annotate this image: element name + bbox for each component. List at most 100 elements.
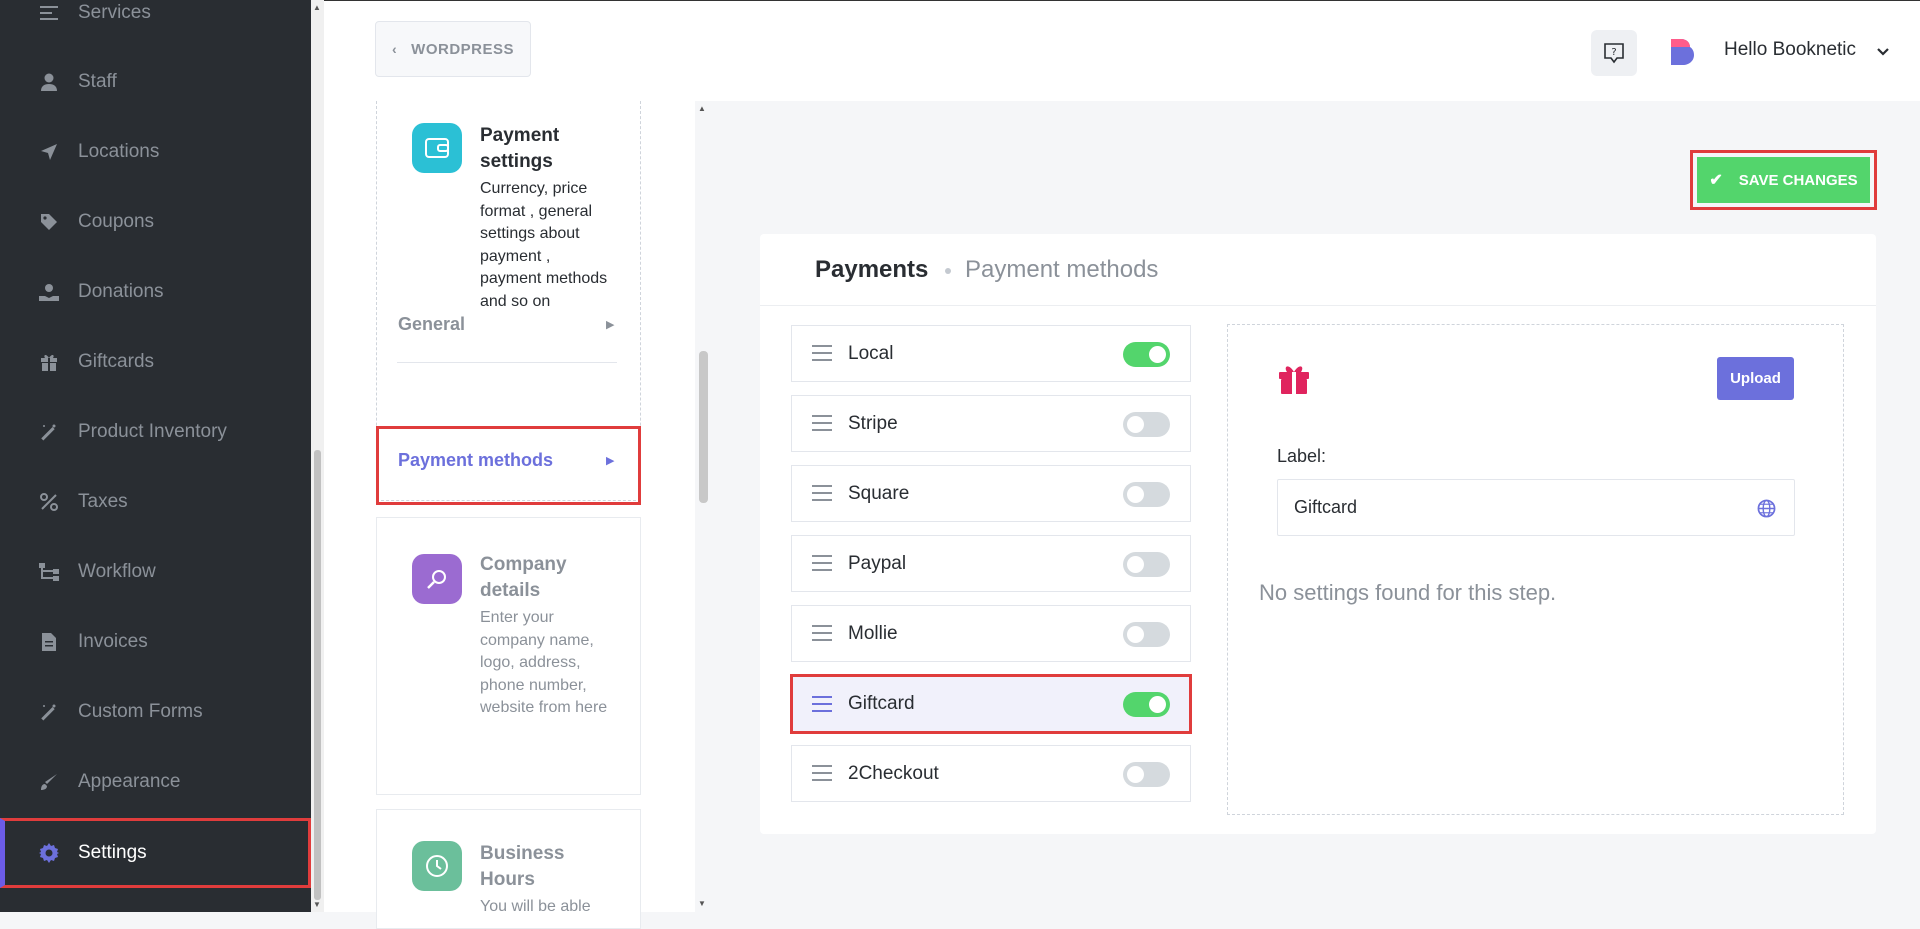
sitemap-icon xyxy=(38,561,60,583)
drag-handle-icon[interactable] xyxy=(812,415,832,436)
company-details-card[interactable]: Company details Enter your company name,… xyxy=(376,517,641,795)
scrollbar-thumb[interactable] xyxy=(314,450,321,900)
clock-icon xyxy=(412,841,462,891)
sidebar-item-workflow[interactable]: Workflow xyxy=(0,543,311,601)
sidebar-item-staff[interactable]: Staff xyxy=(0,53,311,111)
sidebar-scrollbar[interactable]: ▲ ▼ xyxy=(311,0,324,912)
back-to-wordpress-button[interactable]: ‹ WORDPRESS xyxy=(375,21,531,77)
sidebar-item-donations[interactable]: Donations xyxy=(0,263,311,321)
booknetic-logo-icon xyxy=(1669,37,1695,67)
user-greeting[interactable]: Hello Booknetic xyxy=(1724,39,1856,61)
gift-icon xyxy=(38,351,60,373)
method-name: Mollie xyxy=(848,622,898,644)
sidebar-item-label: Product Inventory xyxy=(78,421,227,442)
sidebar-item-label: Staff xyxy=(78,71,117,92)
upload-button[interactable]: Upload xyxy=(1717,357,1794,400)
method-row-square[interactable]: Square xyxy=(791,465,1191,522)
sidebar: Services Staff Locations Coupons Donatio… xyxy=(0,0,311,912)
sidebar-item-custom-forms[interactable]: Custom Forms xyxy=(0,683,311,741)
sidebar-item-invoices[interactable]: Invoices xyxy=(0,613,311,671)
tool-icon xyxy=(412,554,462,604)
method-toggle[interactable] xyxy=(1123,482,1170,507)
method-row-giftcard[interactable]: Giftcard xyxy=(790,674,1192,734)
method-toggle[interactable] xyxy=(1123,692,1170,717)
method-toggle[interactable] xyxy=(1123,552,1170,577)
top-bar: ‹ WORDPRESS ? Hello Booknetic xyxy=(324,0,1920,101)
settings-nav-scrollbar[interactable]: ▲ ▼ xyxy=(695,101,710,912)
scrollbar-thumb[interactable] xyxy=(699,351,708,503)
method-row-local[interactable]: Local xyxy=(791,325,1191,382)
payment-settings-title: Payment settings xyxy=(480,125,560,172)
method-row-mollie[interactable]: Mollie xyxy=(791,605,1191,662)
magic-wand-icon xyxy=(38,421,60,443)
gift-icon xyxy=(1277,361,1311,400)
help-button[interactable]: ? xyxy=(1591,30,1637,76)
chevron-down-icon[interactable] xyxy=(1877,43,1889,61)
drag-handle-icon[interactable] xyxy=(812,696,832,717)
method-row-paypal[interactable]: Paypal xyxy=(791,535,1191,592)
gear-icon xyxy=(38,842,60,864)
sidebar-item-label: Custom Forms xyxy=(78,701,203,722)
sub-item-payment-methods[interactable]: Payment methods xyxy=(398,450,553,471)
sidebar-item-services[interactable]: Services xyxy=(0,0,311,42)
drag-handle-icon[interactable] xyxy=(812,765,832,786)
drag-handle-icon[interactable] xyxy=(812,485,832,506)
caret-right-icon: ▶ xyxy=(606,455,615,467)
method-name: Square xyxy=(848,482,910,504)
method-name: Stripe xyxy=(848,412,898,434)
company-details-desc: Enter your company name, logo, address, … xyxy=(480,609,608,716)
sidebar-item-settings[interactable]: Settings xyxy=(0,818,311,888)
method-name: 2Checkout xyxy=(848,762,939,784)
sidebar-item-label: Giftcards xyxy=(78,351,155,372)
sidebar-item-label: Locations xyxy=(78,141,160,162)
help-icon: ? xyxy=(1604,43,1624,64)
method-toggle[interactable] xyxy=(1123,342,1170,367)
scroll-up-icon[interactable]: ▲ xyxy=(698,104,706,113)
sub-item-general[interactable]: General xyxy=(398,314,465,335)
scroll-down-icon[interactable]: ▼ xyxy=(698,899,706,908)
sidebar-item-label: Services xyxy=(78,2,151,23)
sidebar-item-appearance[interactable]: Appearance xyxy=(0,753,311,811)
label-caption: Label: xyxy=(1277,446,1327,466)
payment-methods-panel: Payments Payment methods Local Stripe Sq… xyxy=(760,234,1876,834)
save-changes-highlight: ✔ SAVE CHANGES xyxy=(1690,150,1877,210)
sidebar-item-product-inventory[interactable]: Product Inventory xyxy=(0,403,311,461)
drag-handle-icon[interactable] xyxy=(812,625,832,646)
save-changes-button[interactable]: ✔ SAVE CHANGES xyxy=(1697,157,1870,203)
method-name: Local xyxy=(848,342,894,364)
sidebar-item-label: Appearance xyxy=(78,771,181,792)
sidebar-item-locations[interactable]: Locations xyxy=(0,123,311,181)
sidebar-item-label: Workflow xyxy=(78,561,156,582)
globe-icon[interactable] xyxy=(1757,499,1776,523)
scroll-up-icon[interactable]: ▲ xyxy=(313,3,321,12)
sidebar-item-taxes[interactable]: Taxes xyxy=(0,473,311,531)
sidebar-item-label: Settings xyxy=(78,842,147,863)
breadcrumb-separator xyxy=(945,268,951,274)
company-details-title: Company details xyxy=(480,554,567,601)
label-input-value: Giftcard xyxy=(1294,497,1358,517)
tag-icon xyxy=(38,211,60,233)
method-row-stripe[interactable]: Stripe xyxy=(791,395,1191,452)
business-hours-title: Business Hours xyxy=(480,843,565,890)
breadcrumb-payment-methods: Payment methods xyxy=(965,256,1159,283)
breadcrumb-payments: Payments xyxy=(815,256,929,283)
back-label: WORDPRESS xyxy=(411,40,514,58)
hand-user-icon xyxy=(38,281,60,303)
label-input[interactable]: Giftcard xyxy=(1277,479,1795,536)
business-hours-card[interactable]: Business Hours You will be able xyxy=(376,809,641,929)
sidebar-item-coupons[interactable]: Coupons xyxy=(0,193,311,251)
method-toggle[interactable] xyxy=(1123,622,1170,647)
business-hours-desc: You will be able xyxy=(480,898,591,915)
wallet-icon xyxy=(412,123,462,173)
list-icon xyxy=(38,2,60,24)
scroll-down-icon[interactable]: ▼ xyxy=(313,900,321,909)
divider xyxy=(397,362,617,363)
method-toggle[interactable] xyxy=(1123,762,1170,787)
method-toggle[interactable] xyxy=(1123,412,1170,437)
drag-handle-icon[interactable] xyxy=(812,555,832,576)
drag-handle-icon[interactable] xyxy=(812,345,832,366)
location-arrow-icon xyxy=(38,141,60,163)
caret-right-icon: ▶ xyxy=(606,319,615,331)
method-row-2checkout[interactable]: 2Checkout xyxy=(791,745,1191,802)
sidebar-item-giftcards[interactable]: Giftcards xyxy=(0,333,311,391)
